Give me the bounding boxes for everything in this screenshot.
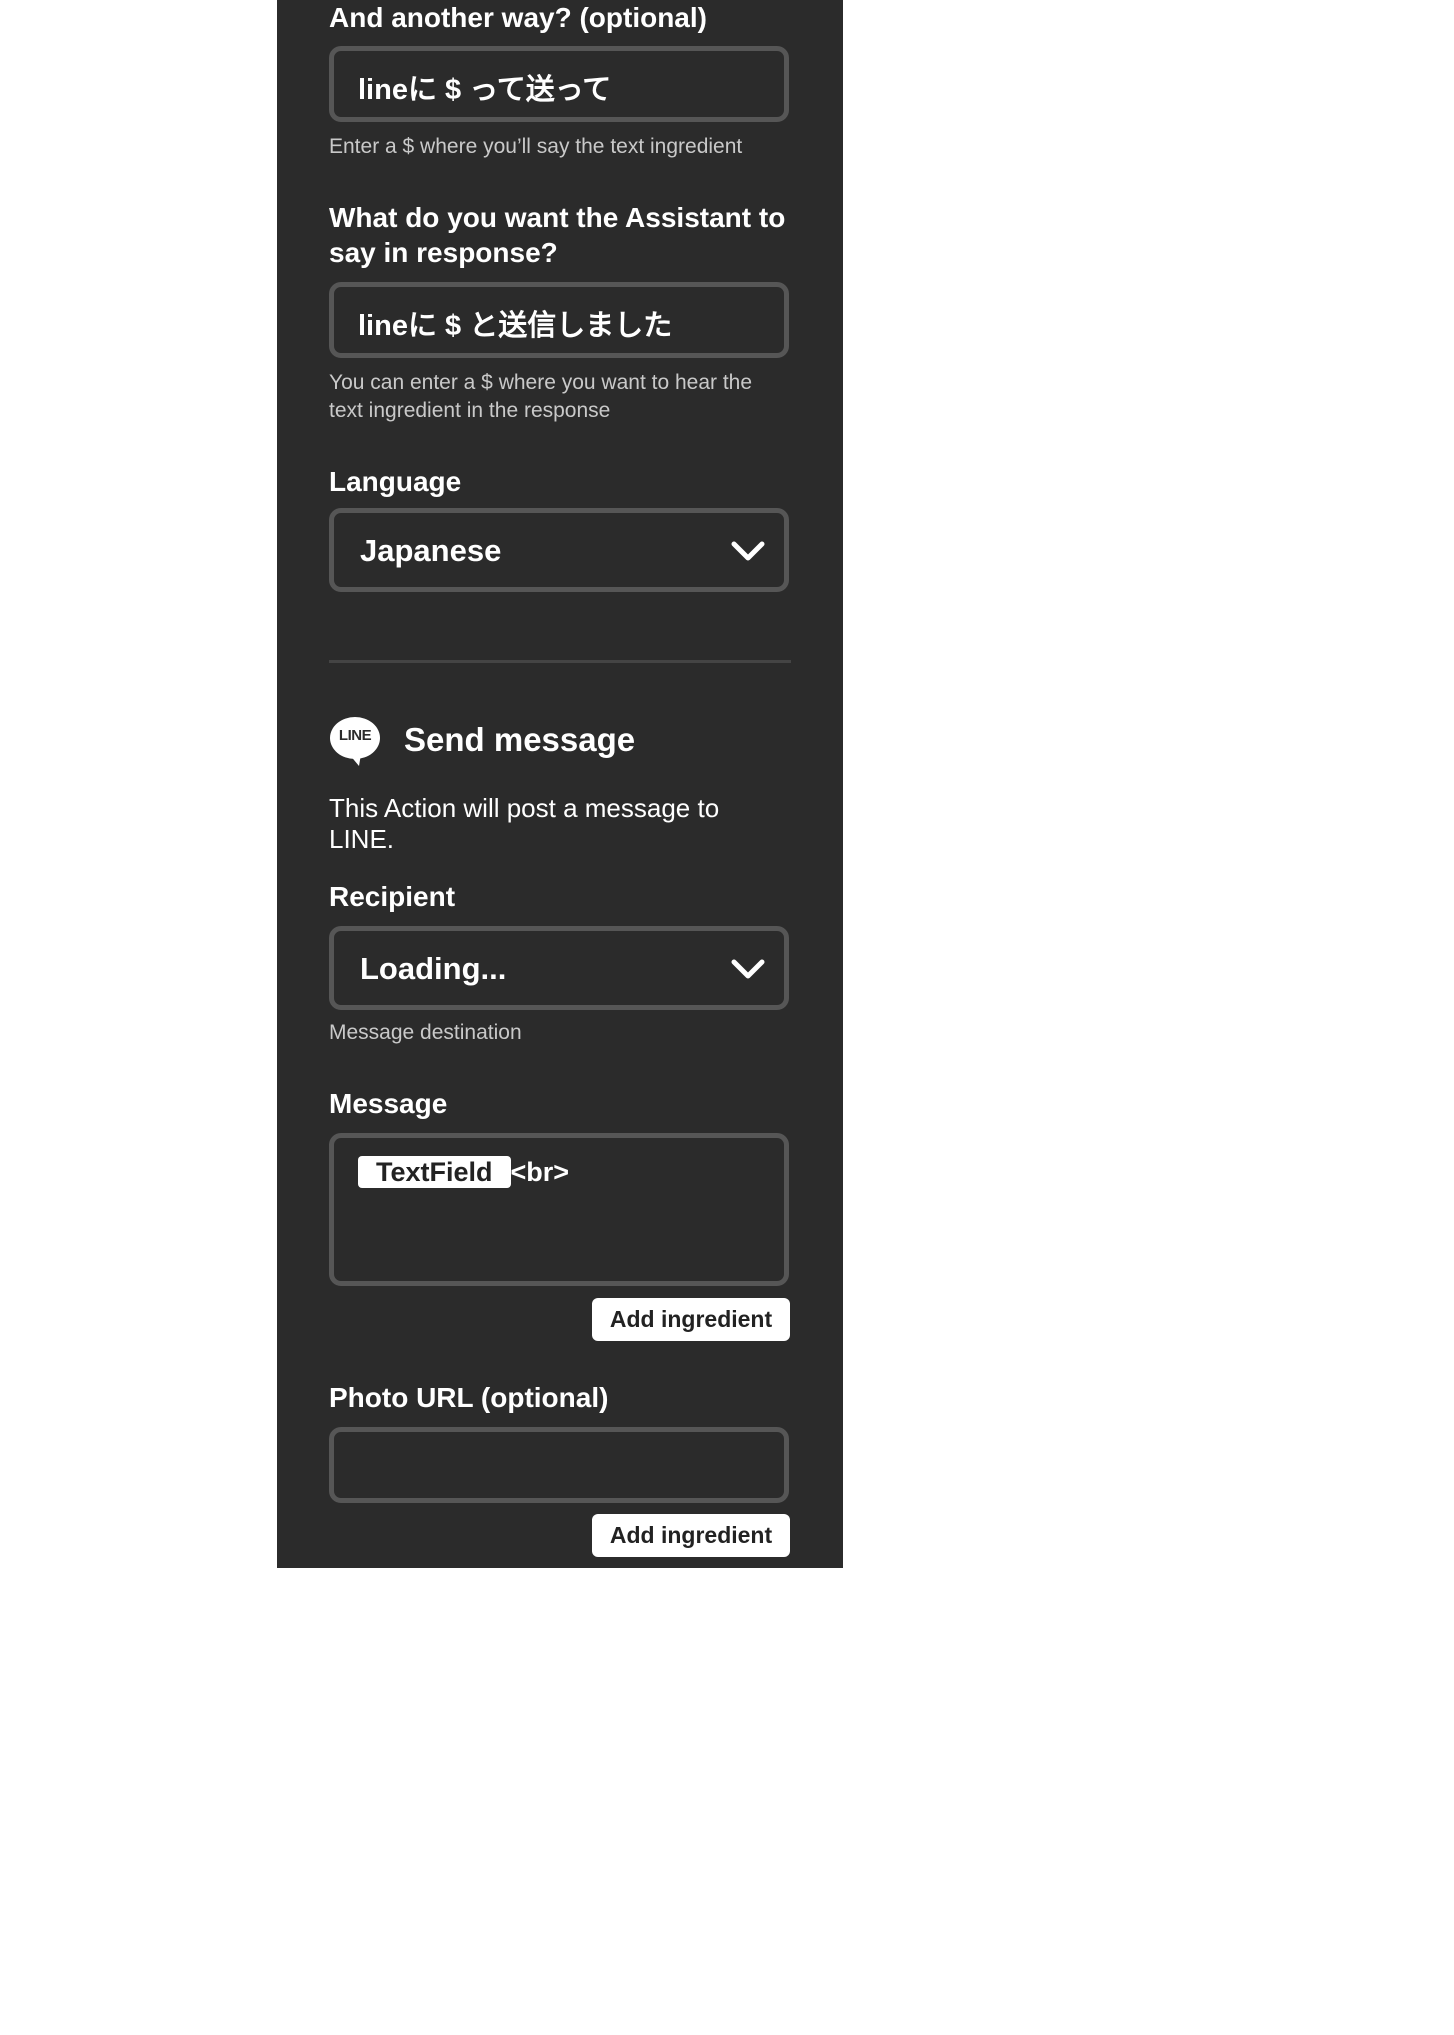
message-suffix: <br> xyxy=(510,1157,570,1187)
chevron-down-icon xyxy=(731,541,765,561)
language-select[interactable]: Japanese xyxy=(329,508,789,592)
ingredient-pill[interactable]: TextField xyxy=(358,1156,511,1188)
line-logo-text: LINE xyxy=(338,727,372,744)
recipient-value: Loading... xyxy=(360,951,507,986)
response-value: lineに $ と送信しました xyxy=(358,310,673,342)
applet-config-panel: And another way? (optional) lineに $ って送っ… xyxy=(277,0,843,1568)
add-ingredient-button-photo[interactable]: Add ingredient xyxy=(592,1514,790,1557)
another-way-value: lineに $ って送って xyxy=(358,74,612,106)
photo-url-input[interactable] xyxy=(329,1427,789,1503)
another-way-help: Enter a $ where you’ll say the text ingr… xyxy=(329,135,743,158)
message-content: TextField <br> xyxy=(358,1156,569,1188)
message-label: Message xyxy=(329,1088,448,1119)
recipient-label: Recipient xyxy=(329,881,456,912)
response-label: What do you want the Assistant to say in… xyxy=(329,202,786,268)
action-description: This Action will post a message to LINE. xyxy=(329,793,720,854)
add-ingredient-button[interactable]: Add ingredient xyxy=(592,1298,790,1341)
chevron-down-icon xyxy=(731,959,765,979)
section-divider xyxy=(329,660,791,663)
response-help: You can enter a $ where you want to hear… xyxy=(329,371,753,422)
language-label: Language xyxy=(329,466,462,497)
another-way-input[interactable]: lineに $ って送って xyxy=(329,46,789,122)
line-logo-icon: LINE xyxy=(329,716,381,768)
recipient-help: Message destination xyxy=(329,1021,522,1044)
photo-url-label: Photo URL (optional) xyxy=(329,1382,609,1413)
language-value: Japanese xyxy=(360,533,502,568)
message-textarea[interactable]: TextField <br> xyxy=(329,1133,789,1286)
another-way-label: And another way? (optional) xyxy=(329,2,707,33)
recipient-select[interactable]: Loading... xyxy=(329,926,789,1010)
action-title: Send message xyxy=(404,721,636,758)
response-input[interactable]: lineに $ と送信しました xyxy=(329,282,789,358)
